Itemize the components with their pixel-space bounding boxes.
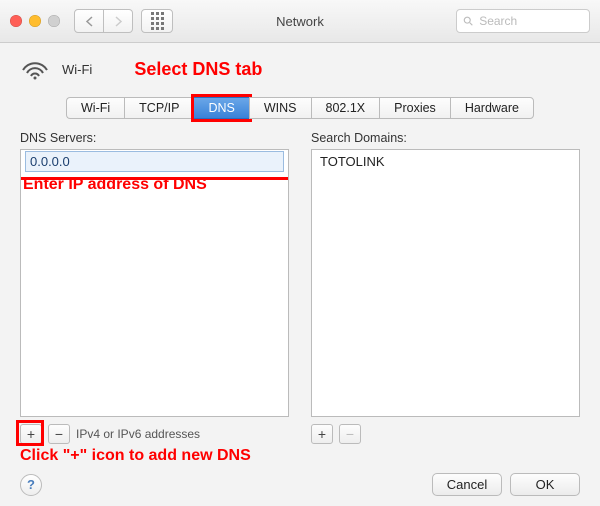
- zoom-window-button: [48, 15, 60, 27]
- annotation-enter-ip: Enter IP address of DNS: [23, 176, 207, 194]
- body: Wi-Fi Select DNS tab Wi-Fi TCP/IP DNS WI…: [0, 43, 600, 506]
- search-field-wrap[interactable]: [456, 9, 590, 33]
- tab-proxies[interactable]: Proxies: [379, 97, 450, 119]
- annotation-click-plus: Click "+" icon to add new DNS: [20, 447, 289, 465]
- search-domains-footer: + −: [311, 423, 580, 445]
- bottom-bar: ? Cancel OK: [20, 473, 580, 496]
- columns: DNS Servers: Enter IP address of DNS + −…: [20, 131, 580, 465]
- connection-header: Wi-Fi Select DNS tab: [20, 49, 580, 89]
- remove-search-domain-button: −: [339, 424, 361, 444]
- search-domains-column: Search Domains: TOTOLINK + −: [311, 131, 580, 465]
- dns-footer: + − IPv4 or IPv6 addresses: [20, 423, 289, 445]
- add-search-domain-button[interactable]: +: [311, 424, 333, 444]
- wifi-icon: [20, 58, 50, 80]
- tab-dns-label: DNS: [208, 101, 234, 115]
- network-preferences-window: Network Wi-Fi Select DNS tab: [0, 0, 600, 506]
- dns-servers-label: DNS Servers:: [20, 131, 289, 145]
- tab-wins[interactable]: WINS: [249, 97, 311, 119]
- dns-footer-hint: IPv4 or IPv6 addresses: [76, 427, 200, 441]
- list-item[interactable]: TOTOLINK: [312, 150, 579, 173]
- chevron-left-icon: [85, 16, 94, 27]
- window-controls: [10, 15, 60, 27]
- annotation-select-tab: Select DNS tab: [134, 59, 262, 80]
- cancel-button[interactable]: Cancel: [432, 473, 502, 496]
- tab-tcpip[interactable]: TCP/IP: [124, 97, 193, 119]
- grid-icon: [151, 12, 164, 30]
- back-button[interactable]: [74, 9, 104, 33]
- close-window-button[interactable]: [10, 15, 22, 27]
- tab-hardware[interactable]: Hardware: [450, 97, 534, 119]
- remove-dns-button[interactable]: −: [48, 424, 70, 444]
- minimize-window-button[interactable]: [29, 15, 41, 27]
- chevron-right-icon: [114, 16, 123, 27]
- help-button[interactable]: ?: [20, 474, 42, 496]
- show-all-button[interactable]: [141, 9, 173, 33]
- dns-servers-column: DNS Servers: Enter IP address of DNS + −…: [20, 131, 289, 465]
- dns-server-input[interactable]: [25, 151, 284, 172]
- connection-name: Wi-Fi: [62, 62, 92, 77]
- tabs: Wi-Fi TCP/IP DNS WINS 802.1X Proxies Har…: [66, 97, 534, 119]
- titlebar: Network: [0, 0, 600, 43]
- dns-servers-list[interactable]: Enter IP address of DNS: [20, 149, 289, 417]
- search-icon: [463, 15, 473, 27]
- search-input[interactable]: [477, 13, 583, 29]
- tab-8021x[interactable]: 802.1X: [311, 97, 380, 119]
- search-domains-list[interactable]: TOTOLINK: [311, 149, 580, 417]
- search-domains-label: Search Domains:: [311, 131, 580, 145]
- add-dns-button[interactable]: +: [20, 424, 42, 444]
- nav-buttons: [74, 9, 133, 33]
- forward-button[interactable]: [104, 9, 133, 33]
- tab-wifi[interactable]: Wi-Fi: [66, 97, 124, 119]
- ok-button[interactable]: OK: [510, 473, 580, 496]
- tab-dns[interactable]: DNS: [193, 97, 248, 119]
